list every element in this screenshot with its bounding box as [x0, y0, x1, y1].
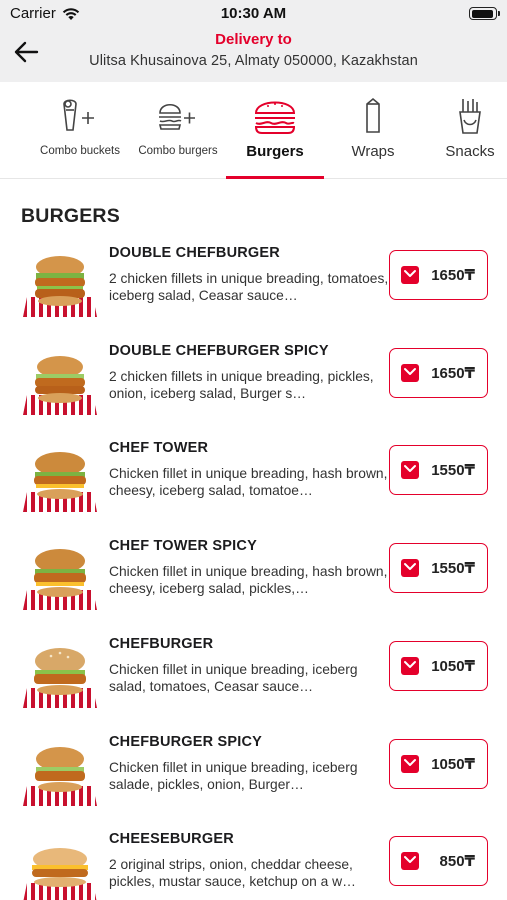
product-item[interactable]: DOUBLE CHEFBURGER 2 chicken fillets in u…	[0, 237, 507, 335]
delivery-label[interactable]: Delivery to	[0, 31, 507, 48]
product-name: DOUBLE CHEFBURGER SPICY	[109, 342, 329, 359]
product-item[interactable]: CHEFBURGER SPICY Chicken fillet in uniqu…	[0, 726, 507, 824]
add-to-cart-button[interactable]: 1050₸	[389, 738, 488, 789]
shopping-bag-icon	[401, 461, 419, 480]
product-image	[23, 253, 97, 317]
shopping-bag-icon	[401, 363, 419, 382]
product-price: 1050₸	[431, 657, 475, 675]
tab-label: Combo buckets	[40, 145, 120, 157]
shopping-bag-icon	[401, 266, 419, 284]
tab-label: Wraps	[351, 143, 395, 160]
product-image	[23, 644, 97, 708]
product-description: 2 original strips, onion, cheddar cheese…	[109, 857, 356, 890]
product-image	[23, 546, 97, 611]
product-price: 850₸	[439, 853, 475, 871]
product-item[interactable]: DOUBLE CHEFBURGER SPICY 2 chicken fillet…	[0, 335, 507, 433]
active-tab-indicator	[226, 176, 324, 179]
battery-icon	[469, 7, 500, 20]
clock: 10:30 AM	[220, 5, 287, 22]
bucket-plus-icon	[58, 96, 102, 136]
product-description: Chicken fillet in unique breading, hash …	[109, 466, 388, 499]
add-to-cart-button[interactable]: 1550₸	[389, 445, 488, 496]
add-to-cart-button[interactable]: 1550₸	[389, 543, 488, 594]
product-description: Chicken fillet in unique breading, icebe…	[109, 759, 358, 792]
product-price: 1650₸	[431, 364, 475, 382]
product-name: DOUBLE CHEFBURGER	[109, 245, 280, 261]
shopping-bag-icon	[401, 754, 419, 773]
section-title: BURGERS	[21, 205, 120, 227]
product-name: CHEESEBURGER	[109, 831, 234, 848]
product-price: 1550₸	[431, 560, 475, 578]
product-item[interactable]: CHEF TOWER Chicken fillet in unique brea…	[0, 432, 507, 530]
product-image	[23, 839, 97, 900]
product-image	[23, 742, 97, 806]
tab-snacks[interactable]: Snacks	[432, 82, 507, 178]
product-price: 1550₸	[431, 462, 475, 480]
tab-label: Snacks	[445, 143, 495, 160]
burger-plus-icon	[156, 96, 200, 136]
add-to-cart-button[interactable]: 1650₸	[389, 250, 488, 300]
shopping-bag-icon	[401, 559, 419, 578]
tab-label: Burgers	[246, 143, 304, 160]
tab-wraps[interactable]: Wraps	[330, 82, 416, 178]
tab-burgers[interactable]: Burgers	[226, 82, 324, 178]
wrap-icon	[351, 96, 395, 136]
product-price: 1050₸	[431, 755, 475, 773]
shopping-bag-icon	[401, 656, 419, 675]
product-description: Chicken fillet in unique breading, icebe…	[109, 661, 358, 694]
add-to-cart-button[interactable]: 1650₸	[389, 347, 488, 398]
delivery-address[interactable]: Ulitsa Khusainova 25, Almaty 050000, Kaz…	[0, 53, 507, 69]
status-bar: Carrier 10:30 AM	[0, 0, 507, 28]
tab-combo-burgers[interactable]: Combo burgers	[134, 82, 222, 178]
product-name: CHEFBURGER SPICY	[109, 733, 263, 750]
tab-label: Combo burgers	[138, 145, 218, 157]
product-price: 1650₸	[431, 267, 475, 284]
product-image	[23, 448, 97, 513]
add-to-cart-button[interactable]: 850₸	[389, 836, 488, 887]
burger-icon	[253, 96, 297, 136]
product-description: 2 chicken fillets in unique breading, pi…	[109, 368, 374, 401]
add-to-cart-button[interactable]: 1050₸	[389, 640, 488, 691]
product-item[interactable]: CHEESEBURGER 2 original strips, onion, c…	[0, 823, 507, 900]
product-item[interactable]: CHEF TOWER SPICY Chicken fillet in uniqu…	[0, 530, 507, 628]
product-name: CHEFBURGER	[109, 635, 214, 652]
category-tabs: Combo buckets Combo burgers Burgers Wrap…	[0, 82, 507, 179]
header: Delivery to Ulitsa Khusainova 25, Almaty…	[0, 28, 507, 82]
tab-combo-buckets[interactable]: Combo buckets	[37, 82, 123, 178]
product-image	[23, 351, 97, 415]
shopping-bag-icon	[401, 852, 419, 871]
product-description: 2 chicken fillets in unique breading, to…	[109, 271, 389, 303]
fries-icon	[448, 96, 492, 136]
tab-previous[interactable]	[0, 82, 4, 178]
product-description: Chicken fillet in unique breading, hash …	[109, 564, 388, 597]
product-name: CHEF TOWER SPICY	[109, 538, 257, 555]
product-item[interactable]: CHEFBURGER Chicken fillet in unique brea…	[0, 628, 507, 726]
product-name: CHEF TOWER	[109, 440, 209, 457]
